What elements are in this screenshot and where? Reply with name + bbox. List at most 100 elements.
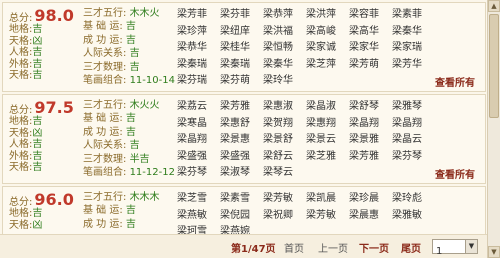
name-link[interactable]: 梁琴云 <box>263 165 306 182</box>
name-link[interactable]: 梁舒琴 <box>349 99 392 116</box>
name-link[interactable]: 梁贺翔 <box>263 116 306 133</box>
scroll-thumb[interactable] <box>489 14 499 118</box>
name-link[interactable]: 梁雅敏 <box>392 208 435 225</box>
name-link[interactable]: 梁家瑞 <box>392 40 435 57</box>
fortune-value: 吉 <box>125 205 136 217</box>
fortune-label: 笔画组合: <box>83 74 127 86</box>
name-link[interactable]: 梁芝萍 <box>306 57 349 74</box>
name-link[interactable]: 梁燕敏 <box>177 208 220 225</box>
chevron-down-icon[interactable]: ▼ <box>465 240 477 253</box>
name-link[interactable]: 梁晶淑 <box>306 99 349 116</box>
name-link[interactable]: 梁芬琴 <box>392 149 435 166</box>
view-all-link[interactable]: 查看所有 <box>435 74 475 89</box>
name-link[interactable]: 梁倪园 <box>220 208 263 225</box>
view-all-link[interactable]: 查看所有 <box>435 166 475 181</box>
name-link[interactable]: 梁凯晨 <box>306 191 349 208</box>
name-link[interactable]: 梁芬菲 <box>220 7 263 24</box>
name-link[interactable]: 梁纽庠 <box>220 24 263 41</box>
fortune-row: 三才数理: 吉 <box>83 61 171 74</box>
page-select[interactable]: 1 ▼ <box>432 239 478 257</box>
name-link[interactable]: 梁家诚 <box>306 40 349 57</box>
next-page-link[interactable]: 下一页 <box>359 240 389 255</box>
last-page-link[interactable]: 尾页 <box>401 240 421 255</box>
grid-attribute: 地格:吉 <box>9 116 79 128</box>
name-link[interactable]: 梁芳敏 <box>306 208 349 225</box>
name-link[interactable]: 梁盛强 <box>177 149 220 166</box>
name-link[interactable]: 梁秦华 <box>392 24 435 41</box>
fortune-label: 基 础 运: <box>83 113 123 125</box>
result-card: 总分: 96.0 地格:吉 天格:凶 三才五行: 木木木基 础 运: 吉成 功 运: 吉… <box>2 186 486 237</box>
name-link[interactable]: 梁芳菲 <box>177 7 220 24</box>
name-link[interactable]: 梁芳雅 <box>349 149 392 166</box>
name-link[interactable]: 梁芬琴 <box>177 165 220 182</box>
name-link[interactable]: 梁芬萌 <box>220 73 263 90</box>
fortune-value: 木木木 <box>129 192 160 203</box>
scroll-down-button[interactable]: ▼ <box>488 246 500 258</box>
name-link[interactable]: 梁惠淑 <box>263 99 306 116</box>
name-link[interactable]: 梁玲彪 <box>392 191 435 208</box>
fortune-row: 三才五行: 木木木 <box>83 191 171 204</box>
name-link[interactable]: 梁容菲 <box>349 7 392 24</box>
name-link[interactable]: 梁祝卿 <box>263 208 306 225</box>
attribute-value: 吉 <box>32 24 43 35</box>
name-link[interactable]: 梁晶云 <box>392 132 435 149</box>
fortune-row: 人际关系: 吉 <box>83 139 171 152</box>
name-link[interactable]: 梁素菲 <box>392 7 435 24</box>
fortune-row: 笔画组合: 11-10-14 <box>83 74 175 87</box>
name-link[interactable]: 梁珍萍 <box>177 24 220 41</box>
name-link[interactable]: 梁晶翔 <box>392 116 435 133</box>
fortune-value: 吉 <box>129 61 140 73</box>
name-link[interactable]: 梁芝雪 <box>177 191 220 208</box>
name-link[interactable]: 梁惠翔 <box>306 116 349 133</box>
fortune-value: 木火火 <box>129 100 160 111</box>
name-link[interactable]: 梁景舒 <box>263 132 306 149</box>
name-link[interactable]: 梁淑琴 <box>220 165 263 182</box>
score-label: 总分: <box>9 13 33 24</box>
name-link[interactable]: 梁惠舒 <box>220 116 263 133</box>
name-link[interactable]: 梁秦华 <box>263 57 306 74</box>
name-link[interactable]: 梁舒云 <box>263 149 306 166</box>
fortune-row: 人际关系: 吉 <box>83 47 171 60</box>
name-link[interactable]: 梁秦瑞 <box>220 57 263 74</box>
name-link[interactable]: 梁景惠 <box>220 132 263 149</box>
name-link[interactable]: 梁高峻 <box>306 24 349 41</box>
name-link[interactable]: 梁恭华 <box>177 40 220 57</box>
scroll-up-button[interactable]: ▲ <box>488 0 500 12</box>
name-link[interactable]: 梁芳敏 <box>263 191 306 208</box>
name-link[interactable]: 梁盛强 <box>220 149 263 166</box>
fortune-value: 半吉 <box>129 153 150 165</box>
name-link[interactable]: 梁芳雅 <box>220 99 263 116</box>
name-link[interactable]: 梁景云 <box>306 132 349 149</box>
attribute-label: 地格: <box>9 208 33 219</box>
name-link[interactable]: 梁恭萍 <box>263 7 306 24</box>
attribute-value: 吉 <box>32 150 43 162</box>
name-link[interactable]: 梁芳萌 <box>349 57 392 74</box>
name-link[interactable]: 梁芬瑞 <box>177 73 220 90</box>
name-link[interactable]: 梁洪萍 <box>306 7 349 24</box>
first-page-link[interactable]: 首页 <box>284 240 304 255</box>
name-link[interactable]: 梁荔云 <box>177 99 220 116</box>
fortune-label: 成 功 运: <box>83 218 123 230</box>
name-link[interactable]: 梁洪福 <box>263 24 306 41</box>
name-link[interactable]: 梁雅琴 <box>392 99 435 116</box>
name-link[interactable]: 梁桂华 <box>220 40 263 57</box>
name-link[interactable]: 梁晶翔 <box>177 132 220 149</box>
prev-page-link[interactable]: 上一页 <box>318 240 348 255</box>
name-link[interactable]: 梁景雅 <box>349 132 392 149</box>
name-link[interactable]: 梁晨惠 <box>349 208 392 225</box>
name-link[interactable]: 梁芳华 <box>392 57 435 74</box>
name-link[interactable]: 梁寒晶 <box>177 116 220 133</box>
name-link[interactable]: 梁恒畅 <box>263 40 306 57</box>
name-link[interactable]: 梁晶翔 <box>349 116 392 133</box>
name-link[interactable]: 梁高华 <box>349 24 392 41</box>
attribute-value: 凶 <box>32 219 43 231</box>
name-link[interactable]: 梁珍晨 <box>349 191 392 208</box>
name-link[interactable]: 梁玲华 <box>263 73 306 90</box>
attribute-label: 地格: <box>9 24 33 35</box>
name-link[interactable]: 梁秦瑞 <box>177 57 220 74</box>
name-link[interactable]: 梁素雪 <box>220 191 263 208</box>
grid-attribute: 天格:凶 <box>9 128 79 140</box>
name-link[interactable]: 梁芝雅 <box>306 149 349 166</box>
vertical-scrollbar[interactable]: ▲ ▼ <box>487 0 500 258</box>
name-link[interactable]: 梁家华 <box>349 40 392 57</box>
